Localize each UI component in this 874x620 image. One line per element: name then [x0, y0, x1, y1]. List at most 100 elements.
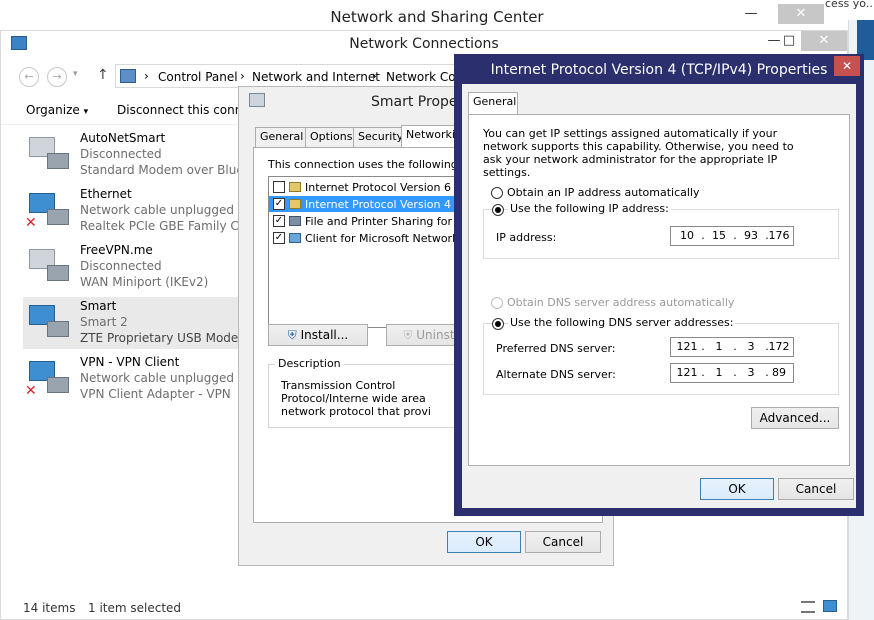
description-label: Description: [275, 357, 344, 370]
protocol-icon: [289, 182, 301, 192]
ip-octet: 89: [772, 366, 786, 379]
connection-name: FreeVPN.me: [80, 243, 153, 257]
auto-ip-radio[interactable]: [491, 187, 503, 199]
item-count: 14 items: [23, 601, 76, 615]
use-dns-radio[interactable]: [492, 318, 504, 330]
list-item[interactable]: FreeVPN.me Disconnected WAN Miniport (IK…: [23, 241, 239, 293]
ipv4-title: Internet Protocol Version 4 (TCP/IPv4) P…: [490, 62, 828, 78]
breadcrumb-network-and-internet[interactable]: Network and Internet: [252, 70, 380, 84]
auto-ip-label[interactable]: Obtain an IP address automatically: [507, 186, 700, 199]
ip-octet: 10: [680, 229, 694, 242]
alternate-dns-field[interactable]: 121. 1. 3. 89: [670, 363, 794, 383]
connection-status: Network cable unplugged: [80, 203, 235, 217]
nc-close-button[interactable]: ✕: [801, 31, 847, 51]
nsc-close-button[interactable]: ✕: [778, 4, 824, 24]
ipv4-cancel-button[interactable]: Cancel: [778, 478, 854, 500]
breadcrumb-network-connections[interactable]: Network Con: [386, 70, 463, 84]
address-box[interactable]: › Control Panel › Network and Internet ›…: [115, 64, 465, 88]
ipv4-close-button[interactable]: ✕: [834, 56, 860, 76]
checkbox-ipv6[interactable]: [273, 181, 285, 193]
ip-octet: 3: [747, 366, 755, 379]
tab-options[interactable]: Options: [305, 127, 358, 147]
ipv4-client-area: General You can get IP settings assigned…: [462, 84, 856, 508]
ip-octet: 172: [768, 340, 790, 353]
connection-name: Smart: [80, 299, 117, 313]
general-tab-panel: You can get IP settings assigned automat…: [468, 114, 850, 466]
ip-address-field[interactable]: 10. 15. 93. 176: [670, 226, 794, 246]
ethernet-connection-icon: ✕: [25, 191, 73, 231]
breadcrumb-sep-1: ›: [240, 69, 245, 83]
modem-connection-icon: [25, 303, 73, 343]
disconnect-button[interactable]: Disconnect this connec: [117, 103, 256, 117]
install-button[interactable]: ⛨ Install...: [268, 324, 368, 346]
vpn-connection-icon: [25, 247, 73, 287]
preferred-dns-field[interactable]: 121. 1. 3. 172: [670, 337, 794, 357]
connection-status: Disconnected: [80, 147, 162, 161]
nc-maximize-button[interactable]: □: [777, 31, 801, 51]
advanced-button[interactable]: Advanced...: [751, 407, 839, 429]
use-ip-radio[interactable]: [492, 204, 504, 216]
ip-octet: 3: [747, 340, 755, 353]
modem-connection-icon: [25, 135, 73, 175]
checkbox-client[interactable]: ✓: [273, 232, 285, 244]
connection-device: ZTE Proprietary USB Modem: [80, 331, 250, 345]
organize-menu[interactable]: Organize ▾: [26, 103, 88, 117]
details-view-icon[interactable]: [801, 601, 815, 613]
breadcrumb-control-panel[interactable]: Control Panel: [158, 70, 238, 84]
breadcrumb-sep-0: ›: [144, 69, 149, 83]
connection-name: Ethernet: [80, 187, 132, 201]
smart-cancel-button[interactable]: Cancel: [525, 531, 601, 553]
preferred-dns-label: Preferred DNS server:: [496, 342, 616, 355]
control-panel-icon: [120, 69, 136, 83]
error-x-icon: ✕: [25, 383, 37, 399]
smart-props-icon: [249, 93, 265, 107]
selected-count: 1 item selected: [88, 601, 182, 615]
tab-general[interactable]: General: [468, 92, 518, 114]
error-x-icon: ✕: [25, 215, 37, 231]
smart-ok-button[interactable]: OK: [447, 531, 521, 553]
list-item[interactable]: ✕ VPN - VPN Client Network cable unplugg…: [23, 353, 239, 405]
connection-device: Standard Modem over Blueto: [80, 163, 256, 177]
ip-octet: 121: [676, 366, 698, 379]
checkbox-file-sharing[interactable]: ✓: [273, 215, 285, 227]
tiles-view-icon[interactable]: [823, 600, 837, 612]
connection-status: Smart 2: [80, 315, 128, 329]
back-button[interactable]: ←: [19, 67, 39, 87]
connection-name: VPN - VPN Client: [80, 355, 180, 369]
top-right-snippet: cess yo...: [825, 0, 874, 10]
list-item-selected[interactable]: Smart Smart 2 ZTE Proprietary USB Modem: [23, 297, 250, 349]
ip-octet: 93: [744, 229, 758, 242]
checkbox-ipv4[interactable]: ✓: [273, 198, 285, 210]
forward-button[interactable]: →: [47, 67, 67, 87]
recent-dropdown-icon[interactable]: ▾: [73, 69, 78, 79]
chevron-down-icon: ▾: [83, 107, 89, 117]
item-label: Internet Protocol Version 6 (TCP: [305, 181, 480, 194]
list-item[interactable]: ✕ Ethernet Network cable unplugged Realt…: [23, 185, 263, 237]
description-text: Transmission Control Protocol/Interne wi…: [281, 379, 447, 419]
auto-dns-radio: [491, 297, 503, 309]
shield-icon: ⛨: [403, 328, 417, 342]
list-item[interactable]: AutoNetSmart Disconnected Standard Modem…: [23, 129, 256, 181]
breadcrumb-sep-2: ›: [372, 69, 377, 83]
smart-props-title: Smart Prope: [371, 94, 458, 110]
use-dns-label[interactable]: Use the following DNS server addresses:: [508, 316, 736, 329]
client-icon: [289, 233, 301, 243]
ipv4-properties-dialog: Internet Protocol Version 4 (TCP/IPv4) P…: [454, 54, 864, 516]
nsc-minimize-button[interactable]: —: [728, 4, 774, 24]
ip-octet: 1: [715, 366, 723, 379]
connection-status: Disconnected: [80, 259, 162, 273]
use-ip-label[interactable]: Use the following IP address:: [508, 202, 671, 215]
protocol-icon: [289, 199, 301, 209]
tab-general[interactable]: General: [255, 127, 309, 147]
ipv4-ok-button[interactable]: OK: [700, 478, 774, 500]
up-button[interactable]: ↑: [97, 67, 109, 83]
item-label: Internet Protocol Version 4 (TCP: [305, 198, 480, 211]
ip-octet: 176: [768, 229, 790, 242]
nsc-titlebar: Network and Sharing Center — ✕ cess yo..…: [0, 0, 874, 32]
nc-title: Network Connections: [349, 36, 499, 52]
auto-dns-label: Obtain DNS server address automatically: [507, 296, 735, 309]
ip-address-group: Use the following IP address: IP address…: [483, 202, 839, 259]
tab-security[interactable]: Security: [353, 127, 409, 147]
connection-device: VPN Client Adapter - VPN: [80, 387, 231, 401]
ip-octet: 121: [676, 340, 698, 353]
